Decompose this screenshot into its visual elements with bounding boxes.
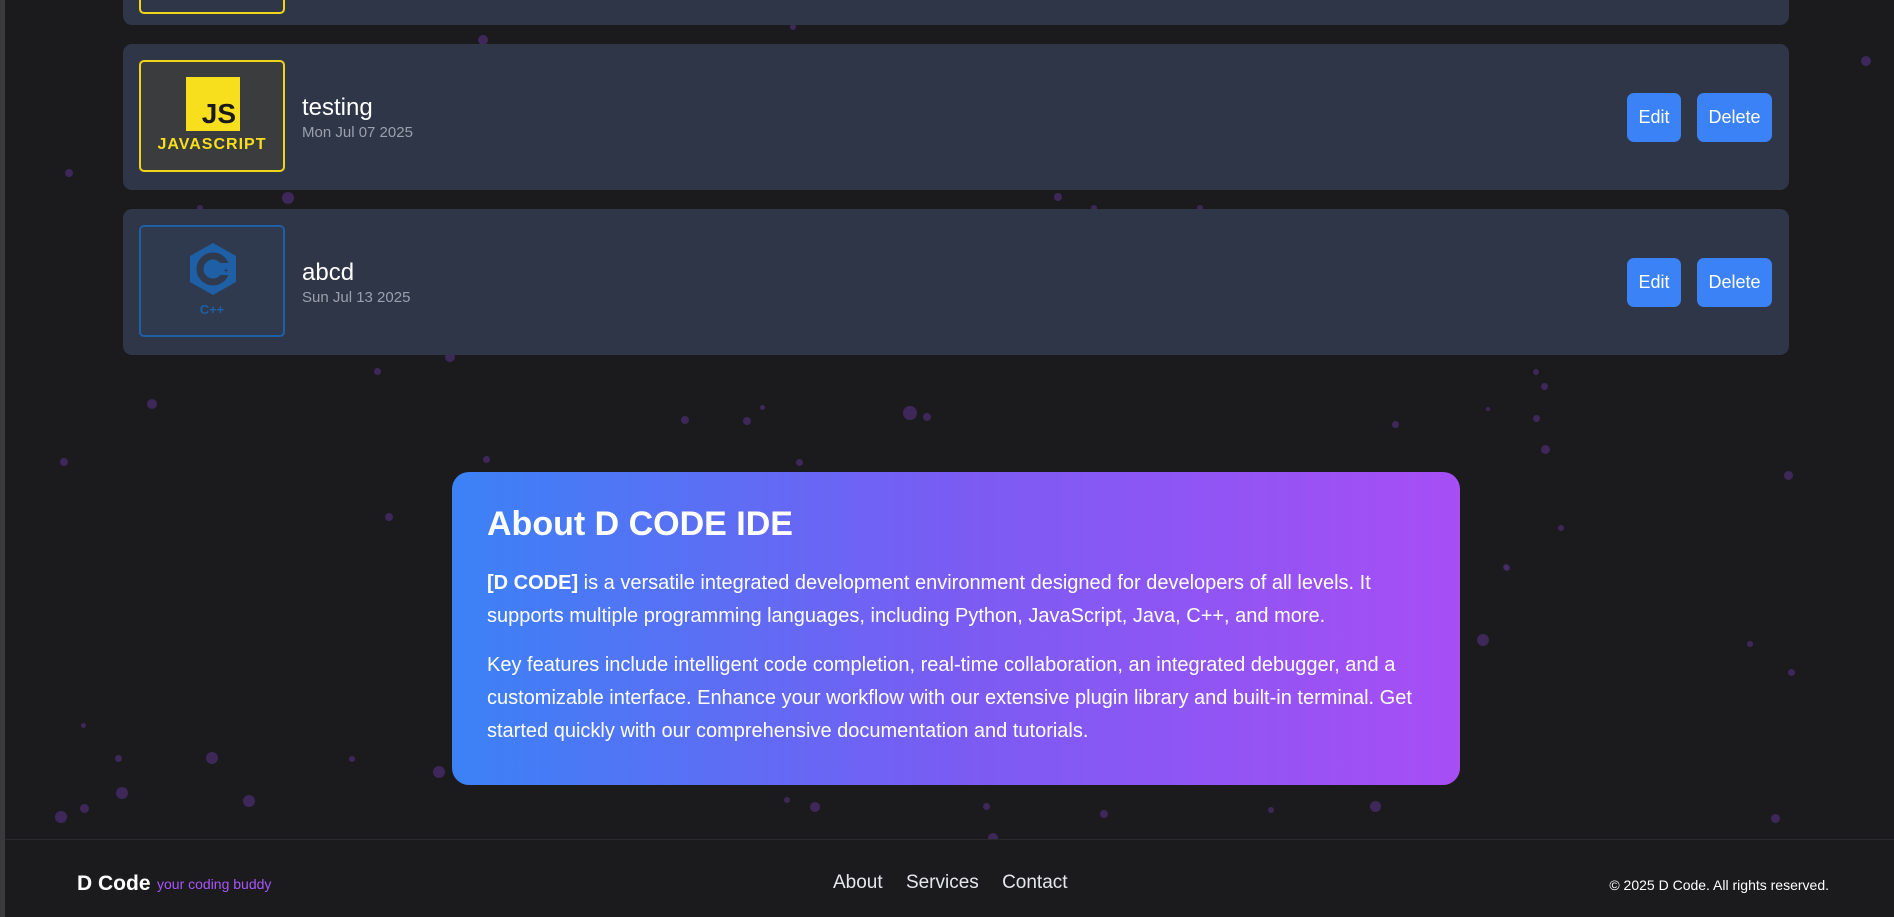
footer: D Code your coding buddy About Services …	[5, 839, 1894, 917]
particle-dot	[243, 795, 255, 807]
language-label: C++	[199, 302, 225, 317]
particle-dot	[206, 752, 218, 764]
svg-text:+: +	[224, 266, 229, 275]
particle-dot	[759, 404, 765, 410]
footer-tagline: your coding buddy	[157, 876, 272, 892]
particle-dot	[80, 722, 86, 728]
particle-dot	[1268, 807, 1274, 813]
particle-dot	[1532, 414, 1540, 422]
particle-dot	[282, 192, 294, 204]
particle-dot	[1770, 813, 1780, 823]
particle-dot	[147, 399, 157, 409]
particle-dot	[903, 406, 917, 420]
particle-dot	[1391, 420, 1399, 428]
cpp-logo-icon: + C++	[139, 225, 285, 337]
cpp-hexagon-icon: +	[190, 243, 236, 295]
delete-button[interactable]: Delete	[1697, 258, 1772, 307]
particle-dot	[982, 802, 990, 810]
particle-dot	[482, 455, 490, 463]
project-card[interactable]: + C++ abcd Sun Jul 13 2025 Edit Delete	[123, 209, 1789, 355]
javascript-logo-icon: JS JAVASCRIPT	[139, 60, 285, 172]
about-paragraph-1-text: is a versatile integrated development en…	[487, 572, 1371, 627]
footer-nav: About Services Contact	[833, 872, 1086, 894]
particle-dot	[60, 458, 68, 466]
particle-dot	[116, 787, 128, 799]
javascript-logo-thumbnail-edge	[139, 0, 285, 14]
particle-dot	[385, 513, 393, 521]
particle-dot	[795, 458, 803, 466]
project-date: Mon Jul 07 2025	[302, 124, 413, 141]
delete-button[interactable]: Delete	[1697, 93, 1772, 142]
project-date: Sun Jul 13 2025	[302, 289, 411, 306]
particle-dot	[1558, 525, 1564, 531]
particle-dot	[1861, 56, 1871, 66]
about-paragraph-1: [D CODE] is a versatile integrated devel…	[487, 567, 1425, 633]
edit-button[interactable]: Edit	[1627, 93, 1681, 142]
footer-link-services[interactable]: Services	[906, 872, 979, 893]
particle-dot	[1540, 444, 1550, 454]
particle-dot	[65, 169, 73, 177]
project-name: testing	[302, 94, 373, 121]
particle-dot	[1787, 668, 1795, 676]
particle-dot	[810, 802, 820, 812]
particle-dot	[1100, 810, 1108, 818]
particle-dot	[1747, 641, 1753, 647]
footer-brand[interactable]: D Code	[77, 872, 151, 896]
js-badge: JS	[186, 77, 240, 131]
project-name: abcd	[302, 259, 355, 286]
about-paragraph-2: Key features include intelligent code co…	[487, 654, 1412, 742]
project-card[interactable]: JS JAVASCRIPT testing Mon Jul 07 2025 Ed…	[123, 44, 1789, 190]
about-title: About D CODE IDE	[487, 505, 793, 543]
particle-dot	[1477, 634, 1489, 646]
footer-link-about[interactable]: About	[833, 872, 883, 893]
particle-dot	[1369, 800, 1381, 812]
particle-dot	[55, 811, 67, 823]
particle-dot	[1054, 193, 1062, 201]
copyright-text: © 2025 D Code. All rights reserved.	[1609, 877, 1829, 893]
particle-dot	[114, 754, 122, 762]
page: JS JAVASCRIPT testing Mon Jul 07 2025 Ed…	[0, 0, 1894, 917]
project-card-partial	[123, 0, 1789, 25]
particle-dot	[1540, 382, 1548, 390]
js-badge-text: JS	[201, 98, 236, 129]
language-label: JAVASCRIPT	[157, 136, 267, 153]
particle-dot	[1783, 470, 1793, 480]
particle-dot	[681, 416, 689, 424]
about-panel: About D CODE IDE [D CODE] is a versatile…	[452, 472, 1460, 785]
particle-dot	[1504, 565, 1510, 571]
particle-dot	[743, 417, 751, 425]
particle-dot	[79, 803, 89, 813]
particle-dot	[1533, 369, 1539, 375]
particle-dot	[1486, 407, 1490, 411]
particle-dot	[349, 756, 355, 762]
edit-button[interactable]: Edit	[1627, 258, 1681, 307]
footer-link-contact[interactable]: Contact	[1002, 872, 1067, 893]
particle-dot	[373, 367, 381, 375]
particle-dot	[923, 413, 931, 421]
particle-dot	[433, 766, 445, 778]
about-brand: [D CODE]	[487, 572, 579, 594]
particle-dot	[784, 797, 790, 803]
